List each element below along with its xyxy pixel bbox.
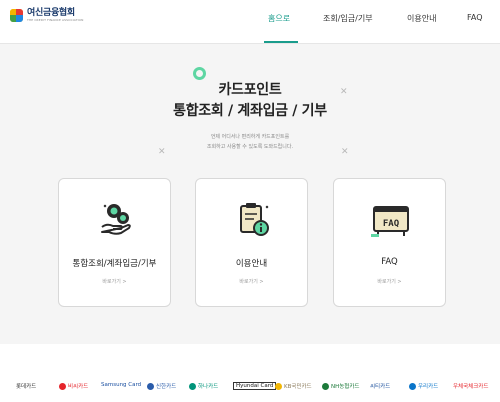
card-faq-label: FAQ xyxy=(381,257,398,267)
hero-title-line1: 카드포인트 xyxy=(218,82,282,98)
partner-logo-bc[interactable]: 비씨카드 xyxy=(59,382,88,390)
bc-logo-icon xyxy=(59,382,66,390)
card-guide[interactable]: 이용안내 바로가기 > xyxy=(195,178,308,307)
hero-description-line2: 조회하고 사용할 수 있도록 도와드립니다. xyxy=(206,144,294,150)
woori-logo-icon xyxy=(409,382,416,390)
partner-logo-samsung[interactable]: Samsung Card xyxy=(101,382,141,388)
partner-logo-hyundai[interactable]: Hyundai Card xyxy=(233,382,277,390)
hana-logo-icon xyxy=(189,382,196,390)
partner-logo-hana[interactable]: 하나카드 xyxy=(189,382,218,390)
site-logo[interactable]: 여신금융협회 THE CREDIT FINANCE ASSOCIATION xyxy=(10,9,83,22)
nav-guide[interactable]: 이용안내 xyxy=(407,13,436,24)
hero-description-line1: 언제 어디서나 편리하게 카드포인트를 xyxy=(210,134,290,140)
card-inquiry-label: 통합조회/계좌입금/기부 xyxy=(72,259,157,269)
nav-home[interactable]: 홈으로 xyxy=(268,13,290,24)
logo-mark-icon xyxy=(10,9,23,22)
active-nav-indicator xyxy=(264,41,298,43)
card-faq-link[interactable]: 바로가기 > xyxy=(334,278,445,285)
shinhan-logo-icon xyxy=(147,382,154,390)
partner-logo-nh[interactable]: NH농협카드 xyxy=(322,382,360,390)
clipboard-info-icon xyxy=(240,203,269,236)
partner-logo-shinhan[interactable]: 신한카드 xyxy=(147,382,176,390)
card-inquiry-link[interactable]: 바로가기 > xyxy=(59,278,170,285)
main-section: ✕ ✕ ✕ 카드포인트 통합조회 / 계좌입금 / 기부 언제 어디서나 편리하… xyxy=(0,44,500,344)
partner-logo-citi[interactable]: 씨티카드 xyxy=(370,382,390,390)
partner-logo-epost[interactable]: 우체국체크카드 xyxy=(453,382,488,390)
nav-faq[interactable]: FAQ xyxy=(467,13,483,22)
card-guide-link[interactable]: 바로가기 > xyxy=(196,278,307,285)
kb-logo-icon xyxy=(275,382,282,390)
site-header: 여신금융협회 THE CREDIT FINANCE ASSOCIATION 홈으… xyxy=(0,0,500,44)
partner-logo-kb[interactable]: KB국민카드 xyxy=(275,382,312,390)
coin-hand-icon xyxy=(101,204,131,235)
svg-text:FAQ: FAQ xyxy=(383,219,400,229)
card-inquiry[interactable]: 통합조회/계좌입금/기부 바로가기 > xyxy=(58,178,171,307)
card-faq[interactable]: FAQ FAQ 바로가기 > xyxy=(333,178,446,307)
partner-logo-woori[interactable]: 우리카드 xyxy=(409,382,438,390)
logo-subtitle: THE CREDIT FINANCE ASSOCIATION xyxy=(27,18,84,22)
partner-card-logos: 롯데카드 비씨카드 Samsung Card 신한카드 하나카드 Hyundai… xyxy=(0,366,500,402)
faq-board-icon: FAQ xyxy=(371,206,409,237)
logo-title: 여신금융협회 xyxy=(27,8,75,18)
hero-title-line2: 통합조회 / 계좌입금 / 기부 xyxy=(173,103,327,119)
nav-inquiry[interactable]: 조회/입금/기부 xyxy=(323,13,373,24)
partner-logo-lotte[interactable]: 롯데카드 xyxy=(16,382,36,390)
card-guide-label: 이용안내 xyxy=(235,259,268,269)
nh-logo-icon xyxy=(322,382,329,390)
